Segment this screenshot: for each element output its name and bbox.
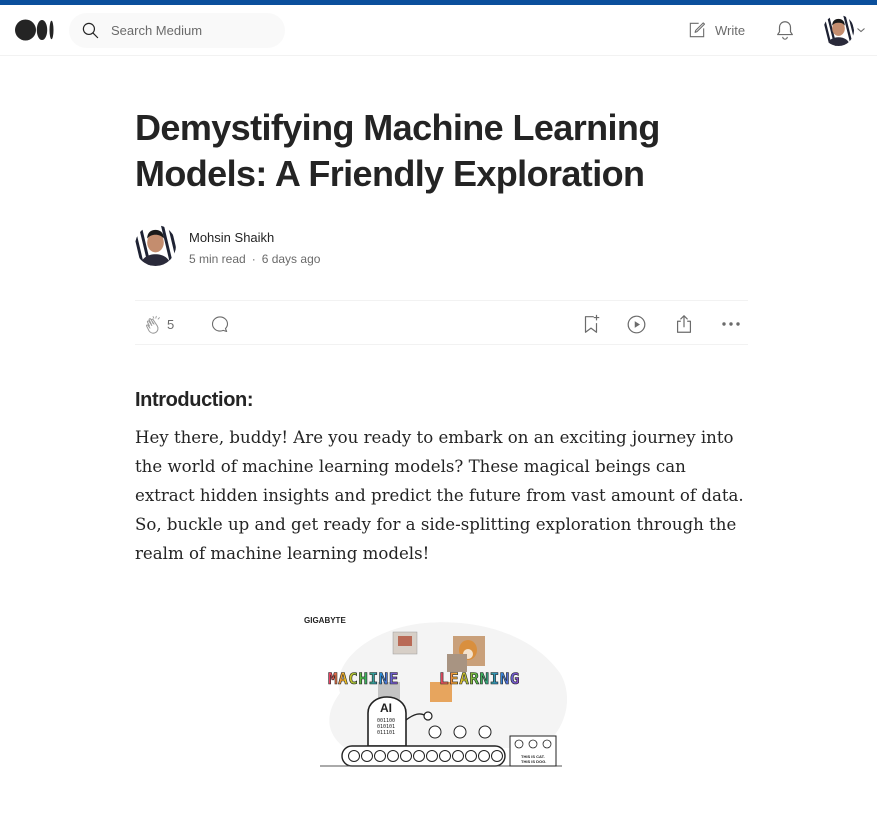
- search-icon: [82, 22, 99, 39]
- bookmark-icon[interactable]: [580, 313, 602, 335]
- edit-icon: [689, 22, 706, 38]
- author-name[interactable]: Mohsin Shaikh: [189, 230, 274, 245]
- gigabyte-brand-text: GIGABYTE: [304, 616, 346, 625]
- robot-label-text: AI: [380, 701, 392, 715]
- top-navigation-bar: Write: [0, 5, 877, 56]
- author-avatar[interactable]: [135, 225, 176, 266]
- share-icon[interactable]: [673, 313, 695, 335]
- article: Demystifying Machine Learning Models: A …: [135, 100, 748, 563]
- intro-paragraph: Hey there, buddy! Are you ready to embar…: [135, 428, 744, 563]
- learning-headline-text: LEARNING: [439, 669, 520, 688]
- machine-headline-text: MACHINE: [328, 669, 399, 688]
- write-button[interactable]: Write: [687, 19, 745, 41]
- meta-separator: ·: [251, 252, 256, 266]
- clap-count: 5: [167, 317, 175, 332]
- publish-date: 6 days ago: [261, 252, 321, 266]
- binary-line-3: 011101: [377, 730, 395, 736]
- chevron-down-icon[interactable]: [856, 26, 866, 34]
- section-heading: Introduction:: [135, 389, 254, 411]
- medium-logo[interactable]: [15, 19, 55, 41]
- more-icon[interactable]: [719, 313, 743, 335]
- article-illustration: GIGABYTE MACHINE LEARNING AI 001100 0101…: [300, 608, 572, 770]
- user-avatar[interactable]: [823, 15, 854, 46]
- search-box[interactable]: [69, 13, 285, 48]
- article-meta: 5 min read · 6 days ago: [189, 252, 320, 266]
- comment-icon[interactable]: [210, 314, 230, 334]
- article-title: Demystifying Machine Learning Models: A …: [135, 107, 660, 194]
- play-icon[interactable]: [626, 314, 647, 335]
- author-byline: Mohsin Shaikh 5 min read · 6 days ago: [135, 223, 748, 266]
- article-action-bar: 5: [135, 300, 748, 345]
- clap-icon[interactable]: [143, 314, 165, 336]
- search-input[interactable]: [111, 21, 276, 40]
- write-label: Write: [715, 22, 746, 38]
- caption-line-2: THIS IS DOG.: [521, 759, 546, 764]
- read-time: 5 min read: [189, 252, 246, 266]
- bell-icon[interactable]: [774, 19, 796, 41]
